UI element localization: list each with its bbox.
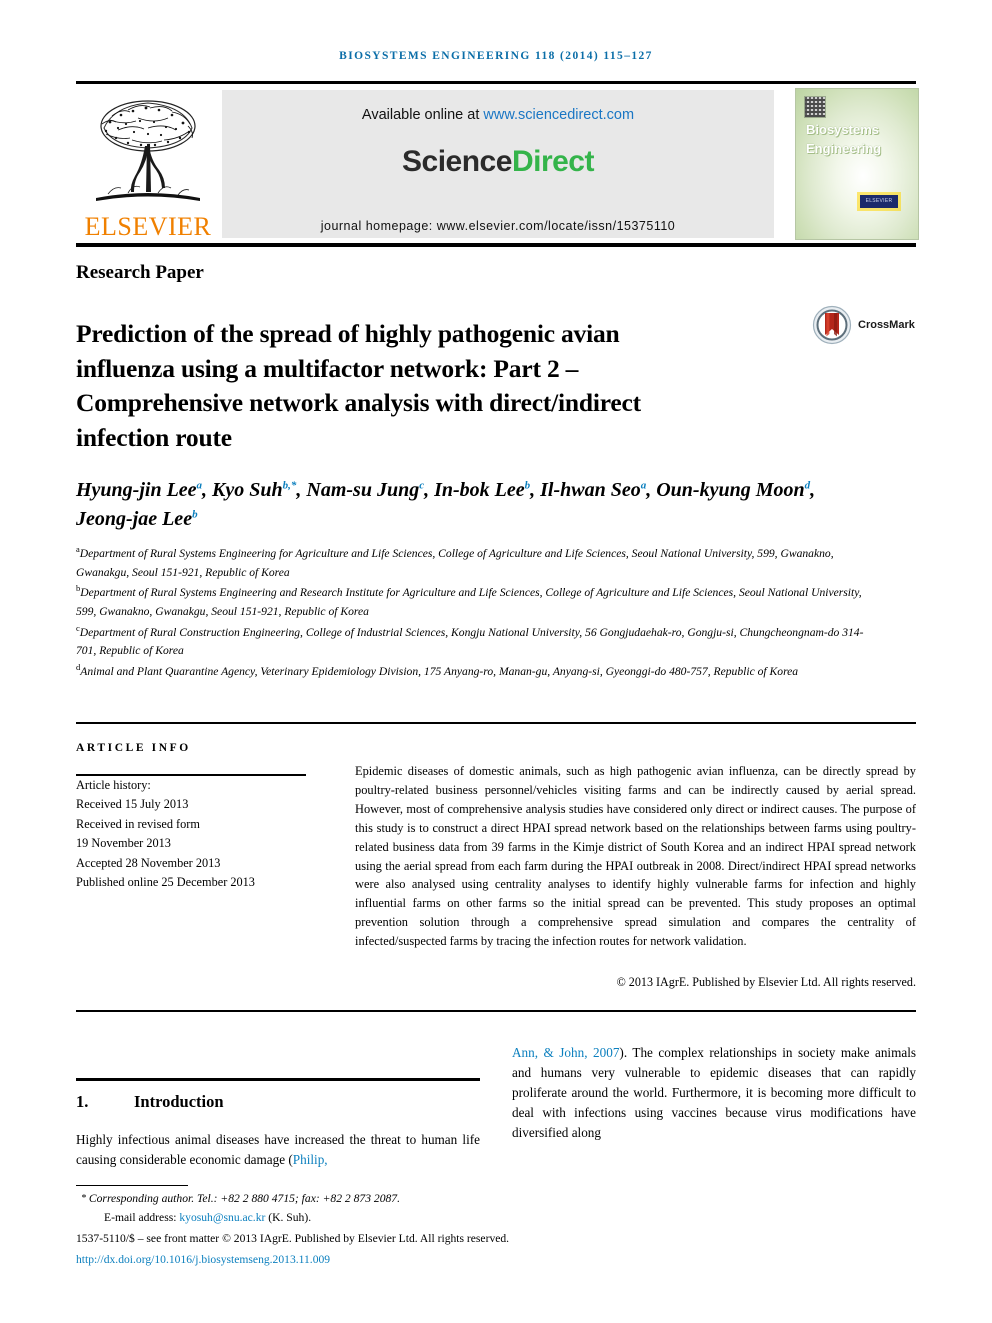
author-item: Hyung-jin Leea bbox=[76, 479, 202, 501]
available-online-text: Available online at bbox=[361, 107, 484, 123]
cover-title-line2: Engineering bbox=[806, 140, 882, 156]
qr-code-icon bbox=[804, 96, 826, 118]
corresponding-author-note: * Corresponding author. Tel.: +82 2 880 … bbox=[76, 1190, 916, 1209]
affiliation-text: Department of Rural Construction Enginee… bbox=[76, 625, 864, 658]
body-column-right: Ann, & John, 2007). The complex relation… bbox=[512, 1043, 916, 1143]
page-title: Prediction of the spread of highly patho… bbox=[76, 319, 641, 453]
author-name: In-bok Lee bbox=[434, 479, 525, 501]
author-affil-mark: a bbox=[640, 479, 647, 492]
author-item: Oun-kyung Moond bbox=[656, 479, 810, 501]
sciencedirect-url-link[interactable]: www.sciencedirect.com bbox=[483, 107, 634, 123]
author-affil-mark: d bbox=[804, 479, 811, 492]
email-suffix: (K. Suh). bbox=[265, 1210, 312, 1224]
affiliation-text: Department of Rural Systems Engineering … bbox=[76, 546, 834, 579]
author-list: Hyung-jin Leea, Kyo Suhb,*, Nam-su Jungc… bbox=[76, 479, 816, 530]
sciencedirect-wordmark: ScienceDirect bbox=[222, 145, 774, 179]
author-affil-mark: b,* bbox=[282, 479, 297, 492]
cover-publisher-badge: ELSEVIER bbox=[860, 195, 898, 208]
running-head: BIOSYSTEMS ENGINEERING 118 (2014) 115–12… bbox=[339, 50, 653, 62]
section-title: Introduction bbox=[134, 1092, 224, 1111]
author-name: Oun-kyung Moon bbox=[656, 479, 805, 501]
elsevier-tree-icon bbox=[96, 100, 200, 201]
article-kind-label: Research Paper bbox=[76, 262, 204, 283]
citation-link[interactable]: Philip, bbox=[293, 1152, 328, 1167]
front-matter-line: 1537-5110/$ – see front matter © 2013 IA… bbox=[76, 1232, 510, 1246]
article-revised-label: Received in revised form bbox=[76, 816, 200, 831]
header-top-rule bbox=[76, 81, 916, 84]
author-name: Hyung-jin Lee bbox=[76, 479, 197, 501]
footnote-rule bbox=[76, 1185, 188, 1186]
cover-journal-title: Biosystems Engineering bbox=[806, 121, 881, 159]
author-item: In-bok Leeb bbox=[434, 479, 530, 501]
author-affil-mark: b bbox=[192, 508, 198, 521]
affiliation-text: Department of Rural Systems Engineering … bbox=[76, 586, 862, 619]
intro-paragraph-left: Highly infectious animal diseases have i… bbox=[76, 1130, 480, 1170]
author-name: Nam-su Jung bbox=[306, 479, 420, 501]
author-affil-mark: b bbox=[524, 479, 531, 492]
author-name: Jeong-jae Lee bbox=[76, 508, 193, 530]
citation-link[interactable]: Ann, & John, 2007 bbox=[512, 1045, 619, 1060]
sciencedirect-band: Available online at www.sciencedirect.co… bbox=[222, 90, 774, 238]
abstract-top-rule bbox=[76, 722, 916, 725]
email-label: E-mail address: bbox=[104, 1210, 180, 1224]
journal-cover-thumbnail: Biosystems Engineering ELSEVIER bbox=[795, 88, 919, 240]
author-affil-mark: c bbox=[419, 479, 425, 492]
section-number: 1. bbox=[76, 1092, 89, 1111]
journal-homepage-line[interactable]: journal homepage: www.elsevier.com/locat… bbox=[222, 219, 774, 233]
corresponding-author-text: Corresponding author. Tel.: +82 2 880 47… bbox=[88, 1192, 400, 1205]
sciencedirect-word-science: Science bbox=[402, 145, 512, 178]
intro-text-plain: Highly infectious animal diseases have i… bbox=[76, 1132, 480, 1168]
article-info-heading: ARTICLE INFO bbox=[76, 742, 191, 754]
affiliation-item: cDepartment of Rural Construction Engine… bbox=[76, 622, 876, 661]
elsevier-logo: ELSEVIER bbox=[82, 88, 214, 240]
page-footer: * Corresponding author. Tel.: +82 2 880 … bbox=[76, 1190, 916, 1269]
abstract-copyright: © 2013 IAgrE. Published by Elsevier Ltd.… bbox=[616, 975, 916, 989]
crossmark-badge[interactable]: CrossMark bbox=[812, 302, 916, 348]
author-item: Jeong-jae Leeb bbox=[76, 508, 198, 530]
crossmark-icon bbox=[812, 305, 852, 345]
article-published: Published online 25 December 2013 bbox=[76, 875, 255, 890]
email-note: E-mail address: kyosuh@snu.ac.kr (K. Suh… bbox=[76, 1209, 916, 1228]
author-item: Kyo Suhb,* bbox=[212, 479, 296, 501]
email-link[interactable]: kyosuh@snu.ac.kr bbox=[179, 1211, 265, 1224]
introduction-rule bbox=[76, 1078, 480, 1081]
crossmark-label: CrossMark bbox=[858, 319, 915, 331]
abstract-text: Epidemic diseases of domestic animals, s… bbox=[355, 764, 916, 949]
section-heading-introduction: 1. Introduction bbox=[76, 1092, 480, 1112]
body-column-left: 1. Introduction Highly infectious animal… bbox=[76, 1084, 480, 1170]
author-name: Il-hwan Seo bbox=[540, 479, 641, 501]
affiliation-text: Animal and Plant Quarantine Agency, Vete… bbox=[80, 665, 799, 679]
elsevier-wordmark: ELSEVIER bbox=[84, 212, 212, 241]
paper-page: BIOSYSTEMS ENGINEERING 118 (2014) 115–12… bbox=[0, 0, 992, 1323]
article-received: Received 15 July 2013 bbox=[76, 797, 189, 812]
author-item: Nam-su Jungc bbox=[306, 479, 424, 501]
affiliation-list: aDepartment of Rural Systems Engineering… bbox=[76, 543, 876, 682]
article-history-label: Article history: bbox=[76, 778, 151, 792]
intro-paragraph-right: Ann, & John, 2007). The complex relation… bbox=[512, 1043, 916, 1143]
header-bottom-rule bbox=[76, 243, 916, 247]
doi-link[interactable]: http://dx.doi.org/10.1016/j.biosystemsen… bbox=[76, 1251, 916, 1270]
article-accepted: Accepted 28 November 2013 bbox=[76, 855, 221, 870]
article-info-rule bbox=[76, 774, 306, 776]
author-item: Il-hwan Seoa bbox=[540, 479, 646, 501]
article-revised-date: 19 November 2013 bbox=[76, 836, 171, 851]
cover-title-line1: Biosystems bbox=[806, 122, 879, 137]
affiliation-item: aDepartment of Rural Systems Engineering… bbox=[76, 543, 876, 582]
sciencedirect-word-direct: Direct bbox=[511, 145, 595, 178]
affiliation-item: dAnimal and Plant Quarantine Agency, Vet… bbox=[76, 661, 876, 682]
available-online-line: Available online at www.sciencedirect.co… bbox=[222, 107, 774, 123]
asterisk-icon: * bbox=[81, 1193, 86, 1204]
author-name: Kyo Suh bbox=[212, 479, 283, 501]
article-history: Article history: Received 15 July 2013 R… bbox=[76, 776, 326, 893]
article-info-block: ARTICLE INFO Article history: Received 1… bbox=[76, 742, 326, 893]
author-affil-mark: a bbox=[196, 479, 203, 492]
affiliation-item: bDepartment of Rural Systems Engineering… bbox=[76, 582, 876, 621]
abstract-bottom-rule bbox=[76, 1010, 916, 1013]
